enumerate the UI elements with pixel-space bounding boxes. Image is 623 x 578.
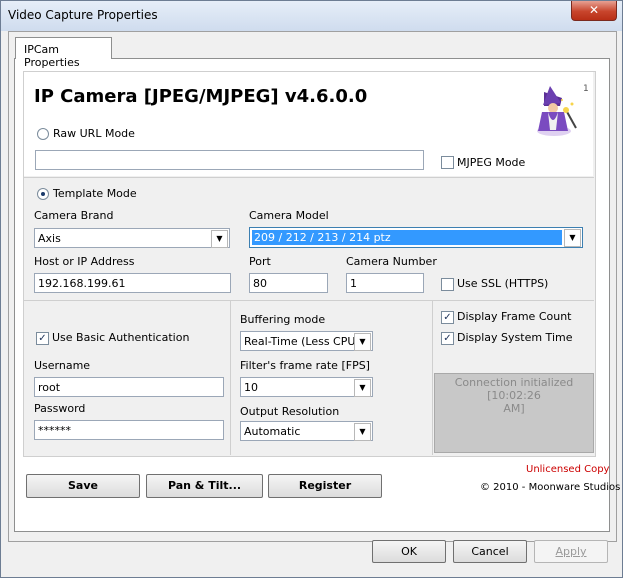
template-mode-radio[interactable]: [37, 188, 49, 200]
camera-number-input[interactable]: [346, 273, 424, 293]
output-resolution-value: Automatic: [244, 425, 301, 438]
chevron-down-icon: ▼: [354, 423, 371, 441]
use-ssl-label: Use SSL (HTTPS): [457, 277, 549, 290]
chevron-down-icon: ▼: [211, 230, 228, 248]
raw-url-label: Raw URL Mode: [53, 127, 135, 140]
username-input[interactable]: [34, 377, 224, 397]
apply-button[interactable]: Apply: [534, 540, 608, 563]
status-line-1: Connection initialized [10:02:26: [454, 376, 574, 402]
camera-number-label: Camera Number: [346, 255, 437, 268]
camera-brand-value: Axis: [38, 232, 61, 245]
save-button[interactable]: Save: [26, 474, 140, 498]
display-system-time-label: Display System Time: [457, 331, 573, 344]
raw-url-input[interactable]: [35, 150, 424, 170]
chevron-down-icon: ▼: [354, 379, 371, 397]
fps-select[interactable]: 10 ▼: [240, 377, 373, 397]
password-input[interactable]: [34, 420, 224, 440]
camera-brand-select[interactable]: Axis ▼: [34, 228, 230, 248]
basic-auth-label: Use Basic Authentication: [52, 331, 190, 344]
status-text: Connection initialized [10:02:26 AM]: [435, 376, 593, 415]
password-label: Password: [34, 402, 86, 415]
copyright-label: © 2010 - Moonware Studios: [480, 482, 621, 493]
fps-label: Filter's frame rate [FPS]: [240, 359, 370, 372]
cancel-button[interactable]: Cancel: [453, 540, 527, 563]
mjpeg-mode-checkbox[interactable]: [441, 156, 454, 169]
divider-vertical: [230, 300, 231, 455]
tab-ipcam-properties[interactable]: IPCam Properties: [15, 37, 112, 69]
username-label: Username: [34, 359, 91, 372]
raw-url-radio[interactable]: [37, 128, 49, 140]
chevron-down-icon: ▼: [564, 229, 581, 247]
output-resolution-label: Output Resolution: [240, 405, 340, 418]
buffering-mode-label: Buffering mode: [240, 313, 326, 326]
divider-vertical: [432, 300, 433, 455]
ok-button[interactable]: OK: [372, 540, 446, 563]
fps-value: 10: [244, 381, 258, 394]
window-title: Video Capture Properties: [8, 8, 158, 22]
camera-brand-label: Camera Brand: [34, 209, 114, 222]
port-label: Port: [249, 255, 271, 268]
unlicensed-label: Unlicensed Copy: [526, 464, 610, 475]
host-label: Host or IP Address: [34, 255, 135, 268]
close-icon: ✕: [588, 3, 600, 17]
title-bar[interactable]: Video Capture Properties ✕: [1, 1, 622, 31]
chevron-down-icon: ▼: [354, 333, 371, 351]
host-input[interactable]: [34, 273, 231, 293]
wizard-icon: [537, 86, 577, 136]
display-frame-count-label: Display Frame Count: [457, 310, 572, 323]
display-frame-count-checkbox[interactable]: ✓: [441, 311, 454, 324]
camera-model-label: Camera Model: [249, 209, 329, 222]
status-box: Connection initialized [10:02:26 AM]: [434, 373, 594, 453]
divider: [24, 177, 594, 178]
buffering-mode-select[interactable]: Real-Time (Less CPU) ▼: [240, 331, 373, 351]
register-button[interactable]: Register: [268, 474, 382, 498]
template-mode-label: Template Mode: [53, 187, 137, 200]
divider: [24, 300, 594, 301]
display-system-time-checkbox[interactable]: ✓: [441, 332, 454, 345]
output-resolution-select[interactable]: Automatic ▼: [240, 421, 373, 441]
status-line-2: AM]: [503, 402, 525, 415]
buffering-mode-value: Real-Time (Less CPU): [244, 335, 360, 348]
camera-model-select[interactable]: 209 / 212 / 213 / 214 ptz ▼: [249, 227, 583, 248]
basic-auth-checkbox[interactable]: ✓: [36, 332, 49, 345]
tab-label: IPCam Properties: [24, 43, 80, 69]
pan-tilt-button[interactable]: Pan & Tilt...: [146, 474, 263, 498]
use-ssl-checkbox[interactable]: [441, 278, 454, 291]
camera-model-value: 209 / 212 / 213 / 214 ptz: [254, 231, 391, 244]
plugin-title: IP Camera [JPEG/MJPEG] v4.6.0.0: [34, 86, 368, 107]
close-button[interactable]: ✕: [571, 1, 617, 21]
mjpeg-mode-label: MJPEG Mode: [457, 156, 526, 169]
port-input[interactable]: [249, 273, 328, 293]
